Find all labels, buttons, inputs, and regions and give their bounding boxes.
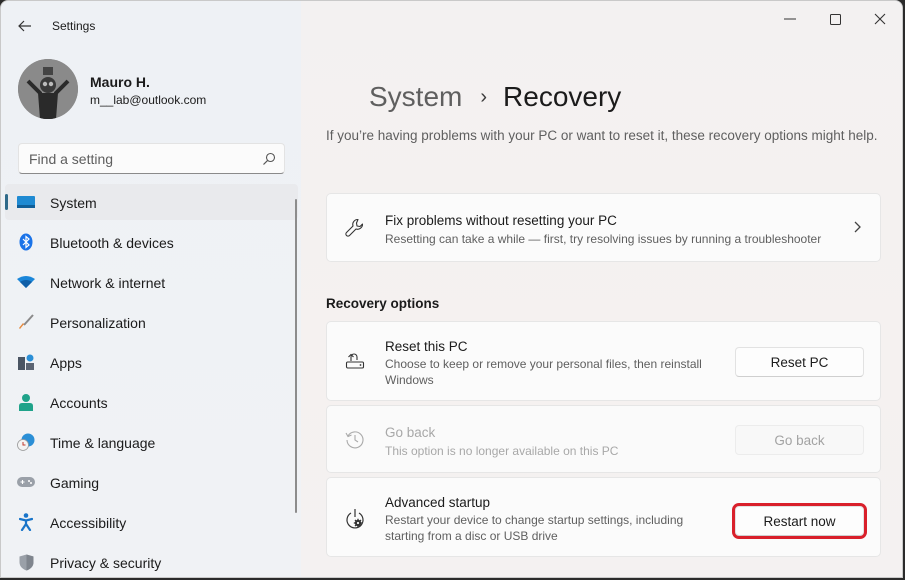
app-title: Settings [52,19,96,33]
go-back-button[interactable]: Go back [735,425,864,455]
sidebar-item-label: Personalization [50,315,146,331]
arrow-left-icon [18,20,31,32]
user-name: Mauro H. [90,74,150,90]
sidebar-item-network[interactable]: Network & internet [5,264,298,300]
bluetooth-icon [17,233,35,251]
avatar-image [18,59,78,119]
card-title: Go back [385,425,436,440]
sidebar-item-time-language[interactable]: Time & language [5,424,298,460]
wrench-icon [344,217,366,239]
paintbrush-icon [17,314,35,330]
chevron-right-icon [854,221,861,233]
sidebar-item-label: Gaming [50,475,100,491]
reset-pc-button[interactable]: Reset PC [735,347,864,377]
card-description: This option is no longer available on th… [385,444,619,458]
sidebar-item-privacy-security[interactable]: Privacy & security [5,544,298,577]
shield-icon [17,554,35,570]
title-bar: Settings [1,1,902,49]
card-description: Restart your device to change startup se… [385,513,684,543]
fix-problems-card[interactable]: Fix problems without resetting your PC R… [326,193,881,262]
go-back-card: Go back This option is no longer availab… [326,405,881,473]
page-title: Recovery [503,81,622,112]
maximize-button[interactable] [813,5,857,33]
user-email: m__lab@outlook.com [90,93,207,107]
sidebar-item-accessibility[interactable]: Accessibility [5,504,298,540]
minimize-button[interactable] [768,5,812,33]
search-icon[interactable] [262,152,276,166]
person-icon [17,393,35,411]
sidebar-item-accounts[interactable]: Accounts [5,384,298,420]
settings-window: Settings Mauro H. m__lab@outlook.com Fin… [0,0,903,578]
accessibility-icon [17,513,35,531]
card-description: Resetting can take a while — first, try … [385,232,822,246]
search-input[interactable] [29,144,259,173]
card-title: Reset this PC [385,339,468,354]
sidebar-item-label: System [50,195,97,211]
card-title: Advanced startup [385,495,491,510]
search-box[interactable] [18,143,285,174]
system-display-icon [17,194,35,210]
sidebar-item-system[interactable]: System [5,184,298,220]
reset-pc-icon [344,350,366,372]
back-button[interactable] [11,13,39,39]
sidebar-item-personalization[interactable]: Personalization [5,304,298,340]
sidebar-scrollbar[interactable] [295,199,297,513]
apps-icon [17,354,35,370]
breadcrumb: System › Recovery [369,81,621,113]
sidebar-item-label: Apps [50,355,82,371]
maximize-icon [829,13,841,25]
sidebar-item-apps[interactable]: Apps [5,344,298,380]
page-description: If you’re having problems with your PC o… [326,128,878,143]
sidebar-item-label: Accessibility [50,515,127,531]
globe-clock-icon [17,433,35,451]
sidebar-item-label: Bluetooth & devices [50,235,174,251]
close-button[interactable] [858,5,902,33]
card-description: Choose to keep or remove your personal f… [385,357,702,387]
history-icon [344,429,366,451]
restart-now-button[interactable]: Restart now [732,503,867,539]
sidebar-item-label: Network & internet [50,275,166,291]
sidebar-item-label: Privacy & security [50,555,162,571]
breadcrumb-chevron-icon: › [480,85,488,108]
card-title: Fix problems without resetting your PC [385,213,617,228]
sidebar-nav: System Bluetooth & devices Network & int… [5,184,298,577]
reset-pc-card: Reset this PC Choose to keep or remove y… [326,321,881,401]
close-icon [874,13,886,25]
sidebar-item-label: Time & language [50,435,156,451]
gamepad-icon [17,474,35,490]
sidebar-item-gaming[interactable]: Gaming [5,464,298,500]
advanced-startup-card: Advanced startup Restart your device to … [326,477,881,557]
section-title: Recovery options [326,296,440,311]
active-indicator [5,194,8,210]
power-gear-icon [344,508,366,530]
avatar[interactable] [18,59,78,119]
minimize-icon [784,18,796,20]
wifi-icon [17,274,35,290]
sidebar-item-bluetooth[interactable]: Bluetooth & devices [5,224,298,260]
sidebar-item-label: Accounts [50,395,108,411]
breadcrumb-parent[interactable]: System [369,81,462,113]
